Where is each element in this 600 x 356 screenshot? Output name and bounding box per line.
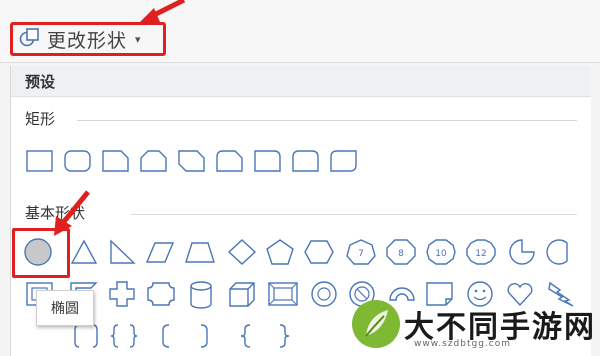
trapezoid-icon[interactable] <box>183 238 217 266</box>
double-bracket-icon[interactable] <box>71 322 101 350</box>
snip-same-side-corner-rectangle-icon[interactable] <box>139 148 169 174</box>
red-arrow-icon <box>140 0 186 22</box>
preset-title: 预设 <box>25 73 56 91</box>
change-shape-label: 更改形状 <box>47 29 128 52</box>
parallelogram-icon[interactable] <box>145 238 175 266</box>
section-title-rectangle: 矩形 <box>25 110 56 128</box>
preset-header: 预设 <box>11 66 591 97</box>
change-shape-icon <box>19 26 41 52</box>
snip-single-corner-rectangle-icon[interactable] <box>101 148 131 174</box>
svg-text:12: 12 <box>475 249 486 259</box>
right-bracket-icon[interactable] <box>193 322 217 350</box>
toolbar: 更改形状 ▾ <box>0 0 600 63</box>
heptagon-icon[interactable]: 7 <box>345 238 377 266</box>
tooltip-text: 椭圆 <box>51 301 79 317</box>
tooltip: 椭圆 <box>36 290 94 326</box>
snip-round-single-corner-rectangle-icon[interactable] <box>215 148 245 174</box>
leaf-logo-icon <box>352 300 400 348</box>
pentagon-icon[interactable] <box>265 238 295 266</box>
left-bracket-icon[interactable] <box>153 322 177 350</box>
dodecagon-icon[interactable]: 12 <box>465 238 497 266</box>
right-triangle-icon[interactable] <box>107 238 137 266</box>
diamond-icon[interactable] <box>227 238 257 266</box>
svg-text:7: 7 <box>358 249 364 259</box>
left-brace-icon[interactable] <box>233 322 257 350</box>
svg-text:8: 8 <box>398 249 404 259</box>
rounded-rectangle-icon[interactable] <box>63 148 93 174</box>
bevel-icon[interactable] <box>267 280 299 308</box>
svg-text:10: 10 <box>435 249 447 259</box>
hexagon-icon[interactable] <box>303 238 335 266</box>
watermark-url: www.szdbtgg.com <box>414 339 511 349</box>
section-divider <box>131 214 577 215</box>
donut-icon[interactable] <box>309 280 339 308</box>
right-brace-icon[interactable] <box>273 322 297 350</box>
chevron-down-icon: ▾ <box>135 32 141 46</box>
red-arrow-icon <box>54 190 90 236</box>
round-same-side-corner-rectangle-icon[interactable] <box>291 148 321 174</box>
snip-diagonal-corner-rectangle-icon[interactable] <box>177 148 207 174</box>
round-single-corner-rectangle-icon[interactable] <box>253 148 283 174</box>
round-diagonal-corner-rectangle-icon[interactable] <box>329 148 359 174</box>
rectangle-icon[interactable] <box>25 148 55 174</box>
pie-icon[interactable] <box>507 238 537 266</box>
can-icon[interactable] <box>187 280 215 310</box>
cross-icon[interactable] <box>107 280 137 308</box>
chord-icon[interactable] <box>545 238 575 266</box>
cube-icon[interactable] <box>227 280 257 308</box>
octagon-icon[interactable]: 8 <box>385 238 417 266</box>
section-divider <box>77 120 577 121</box>
decagon-icon[interactable]: 10 <box>425 238 457 266</box>
watermark: 大不同手游网 www.szdbtgg.com <box>350 296 598 354</box>
double-brace-icon[interactable] <box>109 322 139 350</box>
plaque-icon[interactable] <box>145 280 177 308</box>
